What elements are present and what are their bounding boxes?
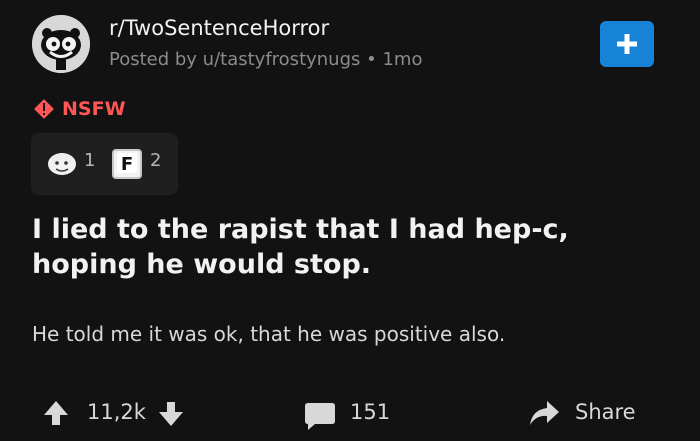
upvote-arrow-icon[interactable]	[41, 398, 71, 428]
f-key-award-icon: F	[112, 149, 142, 179]
subreddit-name[interactable]: r/TwoSentenceHorror	[109, 16, 329, 40]
post-title: I lied to the rapist that I had hep-c, h…	[32, 214, 569, 280]
awards-box[interactable]: 1 F 2	[31, 133, 178, 195]
post-body: He told me it was ok, that he was positi…	[32, 322, 506, 346]
downvote-arrow-icon[interactable]	[156, 399, 186, 429]
nsfw-badge: NSFW	[33, 98, 126, 120]
post-action-bar: 11,2k 151 Share	[0, 386, 700, 438]
share-button[interactable]: Share	[527, 397, 642, 429]
comment-count[interactable]: 151	[350, 400, 390, 424]
plus-icon	[617, 34, 637, 54]
subreddit-avatar[interactable]	[32, 15, 90, 73]
share-arrow-icon	[530, 401, 559, 425]
join-subreddit-button[interactable]	[600, 21, 654, 67]
snoo-avatar-icon	[32, 15, 90, 73]
post-meta: Posted by u/tastyfrostynugs • 1mo	[109, 49, 423, 70]
svg-text:F: F	[121, 154, 133, 175]
award-count-f: 2	[150, 150, 162, 171]
warning-icon	[34, 99, 54, 119]
vote-count: 11,2k	[87, 400, 146, 424]
comment-icon[interactable]	[303, 399, 337, 431]
award-count-wholesome: 1	[84, 150, 96, 171]
share-label: Share	[575, 400, 636, 424]
nsfw-label: NSFW	[62, 98, 126, 120]
wholesome-award-icon	[48, 153, 76, 175]
post-screen: r/TwoSentenceHorror Posted by u/tastyfro…	[0, 0, 700, 441]
